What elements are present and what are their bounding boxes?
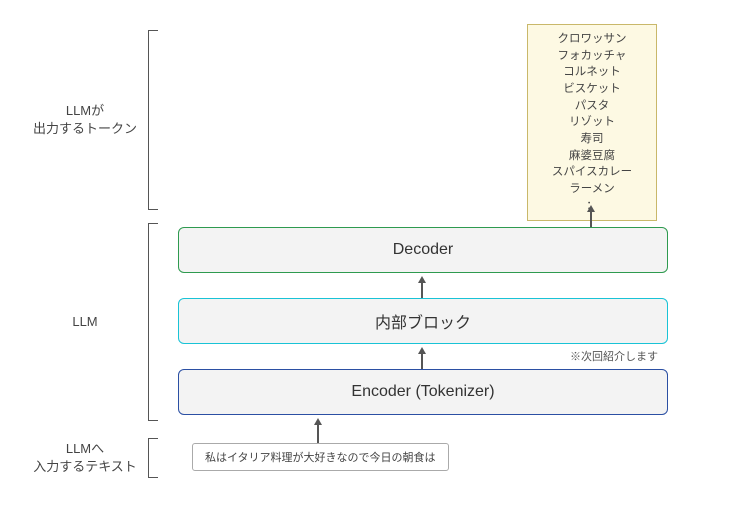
arrow-up-icon xyxy=(587,205,595,212)
llm-label-group: LLM xyxy=(30,222,158,422)
output-token: コルネット xyxy=(538,64,646,81)
output-token: ビスケット xyxy=(538,81,646,98)
output-token: パスタ xyxy=(538,98,646,115)
output-token: スパイスカレー xyxy=(538,164,646,181)
arrow-line xyxy=(317,425,319,443)
bracket-output xyxy=(148,30,158,210)
arrow-up-icon xyxy=(418,347,426,354)
encoder-label: Encoder (Tokenizer) xyxy=(351,383,494,401)
output-token: 麻婆豆腐 xyxy=(538,148,646,165)
bracket-input xyxy=(148,438,158,478)
output-token: クロワッサン xyxy=(538,31,646,48)
input-text-label: LLMへ 入力するテキスト xyxy=(30,440,140,476)
arrow-line xyxy=(590,212,592,227)
output-tokens-label-group: LLMが 出力するトークン xyxy=(30,30,158,210)
bracket-llm xyxy=(148,223,158,421)
inner-block: 内部ブロック xyxy=(178,298,668,344)
arrow-line xyxy=(421,354,423,369)
note-next: ※次回紹介します xyxy=(570,348,658,364)
encoder-block: Encoder (Tokenizer) xyxy=(178,369,668,415)
arrow-up-icon xyxy=(418,276,426,283)
decoder-label: Decoder xyxy=(393,241,453,259)
arrow-up-icon xyxy=(314,418,322,425)
input-text-label-group: LLMへ 入力するテキスト xyxy=(30,438,158,478)
decoder-block: Decoder xyxy=(178,227,668,273)
input-sentence-box: 私はイタリア料理が大好きなので今日の朝食は xyxy=(192,443,449,471)
output-token: リゾット xyxy=(538,114,646,131)
arrow-line xyxy=(421,283,423,298)
output-token: 寿司 xyxy=(538,131,646,148)
input-sentence: 私はイタリア料理が大好きなので今日の朝食は xyxy=(205,452,436,464)
output-token: ラーメン xyxy=(538,181,646,198)
output-token-list: クロワッサン フォカッチャ コルネット ビスケット パスタ リゾット 寿司 麻婆… xyxy=(527,24,657,221)
inner-block-label: 内部ブロック xyxy=(375,309,471,333)
llm-label: LLM xyxy=(30,313,140,331)
output-token: フォカッチャ xyxy=(538,48,646,65)
output-tokens-label: LLMが 出力するトークン xyxy=(30,102,140,138)
